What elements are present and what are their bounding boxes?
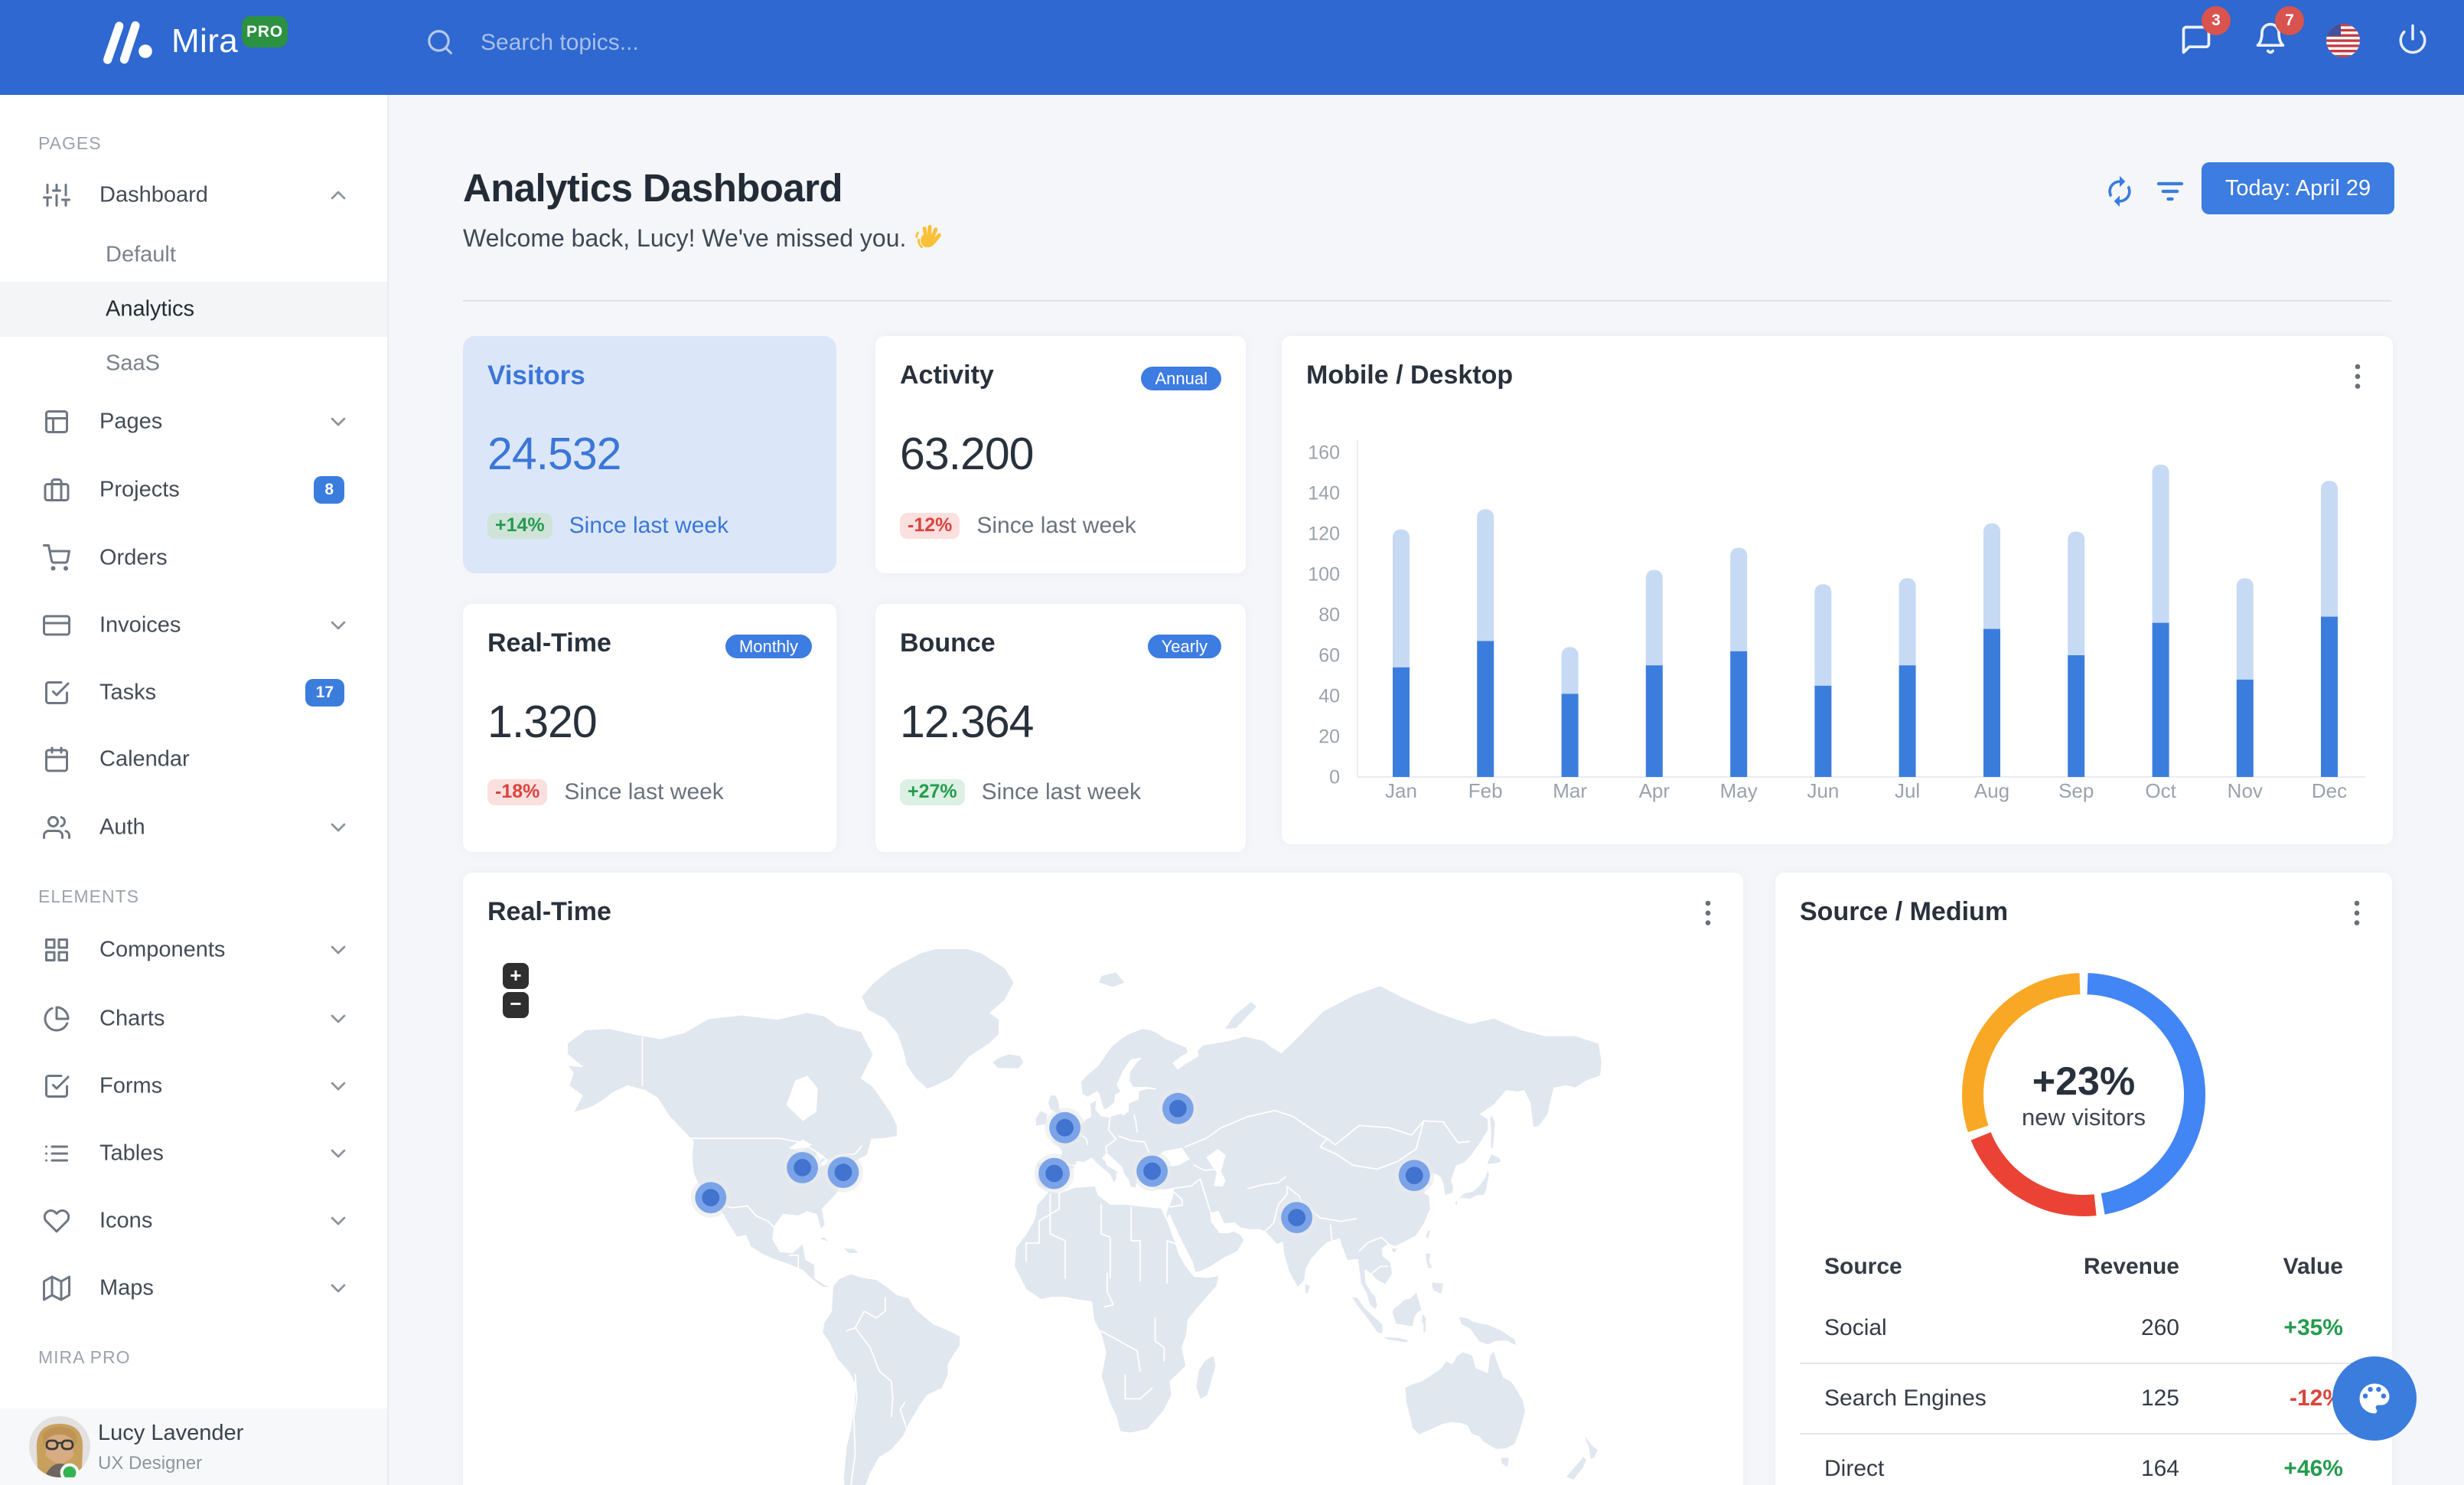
svg-text:140: 140 xyxy=(1308,482,1340,504)
svg-text:Nov: Nov xyxy=(2228,779,2263,802)
svg-text:May: May xyxy=(1720,779,1758,802)
svg-text:60: 60 xyxy=(1318,645,1340,666)
svg-text:160: 160 xyxy=(1308,442,1340,463)
svg-text:Apr: Apr xyxy=(1639,779,1670,802)
svg-text:Dec: Dec xyxy=(2312,779,2347,802)
svg-text:80: 80 xyxy=(1318,604,1340,625)
svg-text:Jun: Jun xyxy=(1807,779,1839,802)
svg-text:Aug: Aug xyxy=(1974,779,2009,802)
svg-text:40: 40 xyxy=(1318,685,1340,707)
svg-text:Feb: Feb xyxy=(1468,779,1503,802)
svg-text:20: 20 xyxy=(1318,726,1340,747)
svg-text:Oct: Oct xyxy=(2145,779,2176,802)
svg-text:Sep: Sep xyxy=(2058,779,2094,802)
svg-text:100: 100 xyxy=(1308,563,1340,585)
svg-text:Jul: Jul xyxy=(1895,779,1920,802)
svg-text:Jan: Jan xyxy=(1385,779,1417,802)
svg-text:Mar: Mar xyxy=(1553,779,1587,802)
svg-text:120: 120 xyxy=(1308,523,1340,544)
svg-text:0: 0 xyxy=(1329,766,1340,788)
